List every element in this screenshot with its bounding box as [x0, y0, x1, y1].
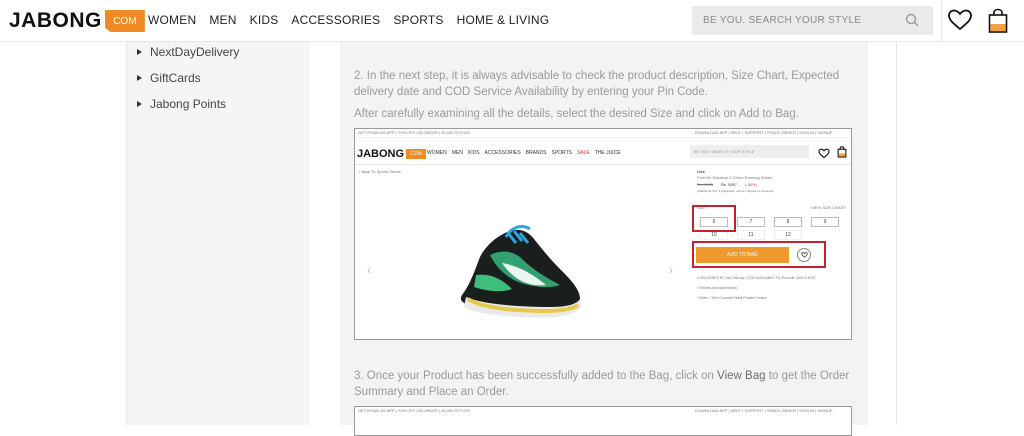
site-header: JABONG COM WOMEN MEN KIDS ACCESSORIES SP… — [0, 0, 1024, 42]
screenshot-back-link: < Back To Sports Shoes — [358, 169, 401, 174]
step2-text: 2. In the next step, it is always advisa… — [354, 68, 854, 100]
screenshot-nav: WOMEN MEN KIDS ACCESSORIES BRANDS SPORTS… — [427, 150, 626, 156]
sidebar-item-label: Jabong Points — [150, 97, 227, 111]
nav-men[interactable]: MEN — [209, 13, 236, 27]
sidebar-item-label: NextDayDelivery — [150, 45, 240, 59]
view-bag-emphasis: View Bag — [717, 370, 766, 382]
size-highlight-box — [692, 205, 736, 232]
screenshot-header: JABONG COM WOMEN MEN KIDS ACCESSORIES BR… — [355, 138, 851, 165]
screenshot-discount: (-40%) — [745, 182, 758, 187]
screenshot-size-option: 8 — [774, 217, 802, 227]
screenshot-next-arrow-icon: › — [669, 263, 673, 277]
step3-text: 3. Once your Product has been successful… — [354, 368, 854, 400]
nav-accessories[interactable]: ACCESSORIES — [291, 13, 380, 27]
step3-text-part2: to get the Order — [765, 370, 850, 382]
sidebar-item-giftcards[interactable]: GiftCards — [137, 71, 201, 85]
main-nav: WOMEN MEN KIDS ACCESSORIES SPORTS HOME &… — [148, 13, 562, 27]
screenshot-size-option: 12 — [774, 230, 802, 240]
wishlist-heart-icon[interactable] — [947, 8, 973, 37]
header-divider — [941, 0, 942, 42]
screenshot-size-option: 9 — [811, 217, 839, 227]
sidebar-item-nextdaydelivery[interactable]: NextDayDelivery — [137, 45, 239, 59]
screenshot-logo-badge: COM — [406, 149, 427, 159]
screenshot-nav-item: SALE — [576, 150, 590, 156]
screenshot-nav-item: MEN — [451, 150, 463, 156]
caret-right-icon — [137, 49, 142, 55]
screenshot-nav-item: BRANDS — [525, 150, 547, 156]
screenshot-top-links: DOWNLOAD APP | HELP / SUPPORT | TRACK OR… — [695, 130, 833, 135]
screenshot-promo-text: GET RS400 AS APP • 70% OFF ON ORDER | 20… — [358, 130, 470, 135]
content-divider — [896, 42, 897, 425]
screenshot-seller: • Seller : Tech Connect Retail Private L… — [697, 296, 767, 300]
bag-page-screenshot: GET RS400 AS APP • 70% OFF ON ORDER | 20… — [354, 406, 852, 436]
step3-line1: 3. Once your Product has been successful… — [354, 368, 854, 384]
screenshot-nav-item: ACCESSORIES — [484, 150, 521, 156]
shopping-bag-icon[interactable] — [987, 8, 1009, 39]
screenshot2-promo-text: GET RS400 AS APP • 70% OFF ON ORDER | 20… — [358, 408, 470, 413]
search-icon[interactable] — [905, 13, 919, 32]
logo-badge: COM — [104, 10, 145, 32]
screenshot-logo-word: JABONG — [357, 148, 405, 160]
screenshot-heart-icon — [818, 146, 830, 164]
sidebar-item-label: GiftCards — [150, 71, 201, 85]
nav-home-living[interactable]: HOME & LIVING — [457, 13, 550, 27]
add-to-bag-highlight-box — [692, 241, 826, 268]
help-sidebar: NextDayDelivery GiftCards Jabong Points — [126, 42, 310, 425]
screenshot-nav-item: SPORTS — [551, 150, 572, 156]
screenshot-policy: • Policies and Authenticity — [697, 286, 737, 290]
screenshot-logo: JABONG COM — [357, 148, 427, 160]
screenshot-new-price: Rs. 5997 — [721, 182, 738, 187]
screenshot-topbar: GET RS400 AS APP • 70% OFF ON ORDER | 20… — [355, 129, 851, 138]
screenshot-nav-item: KIDS — [467, 150, 480, 156]
jabong-logo[interactable]: JABONG COM — [9, 9, 145, 33]
screenshot-search-placeholder: BE YOU. SEARCH YOUR STYLE — [694, 149, 755, 154]
step3-line2: Summary and Place an Order. — [354, 386, 509, 398]
screenshot-brand: Nike — [697, 169, 706, 174]
nav-women[interactable]: WOMEN — [148, 13, 196, 27]
step2-instruction: After carefully examining all the detail… — [354, 108, 799, 120]
screenshot-size-option: 7 — [737, 217, 765, 227]
screenshot-size-option: 11 — [737, 230, 765, 240]
product-page-screenshot: GET RS400 AS APP • 70% OFF ON ORDER | 20… — [354, 128, 852, 340]
screenshot-size-chart-link: VIEW SIZE CHART — [811, 205, 847, 210]
screenshot-old-price: Rs. 9995 — [697, 182, 714, 187]
screenshot2-top-links: DOWNLOAD APP | HELP / SUPPORT | TRACK OR… — [695, 408, 833, 413]
search-input[interactable] — [703, 15, 903, 26]
sidebar-item-jabong-points[interactable]: Jabong Points — [137, 97, 226, 111]
step2-line1: 2. In the next step, it is always advisa… — [354, 70, 840, 82]
screenshot-search: BE YOU. SEARCH YOUR STYLE — [690, 145, 809, 158]
nav-sports[interactable]: SPORTS — [393, 13, 443, 27]
screenshot-bag-icon — [837, 145, 847, 163]
shoe-image — [460, 225, 581, 318]
screenshot-delivery-info: • DELIVERED BY Sat 29th Apr | COD AVAILA… — [697, 276, 816, 280]
screenshot-tax-note: (Additional VAT, if applicable, will be … — [697, 189, 774, 193]
screenshot-nav-item: WOMEN — [427, 150, 447, 156]
nav-kids[interactable]: KIDS — [250, 13, 279, 27]
step2-line2: delivery date and COD Service Availabili… — [354, 86, 708, 98]
search-bar — [692, 6, 933, 35]
screenshot-product-name: Free Rn Distance 2 Green Running Shoes — [697, 175, 773, 180]
caret-right-icon — [137, 101, 142, 107]
screenshot-prev-arrow-icon: ‹ — [367, 263, 371, 277]
step3-text-part1: 3. Once your Product has been successful… — [354, 370, 718, 382]
caret-right-icon — [137, 75, 142, 81]
screenshot-nav-item: THE JUICE — [594, 150, 621, 156]
logo-word: JABONG — [9, 9, 102, 32]
